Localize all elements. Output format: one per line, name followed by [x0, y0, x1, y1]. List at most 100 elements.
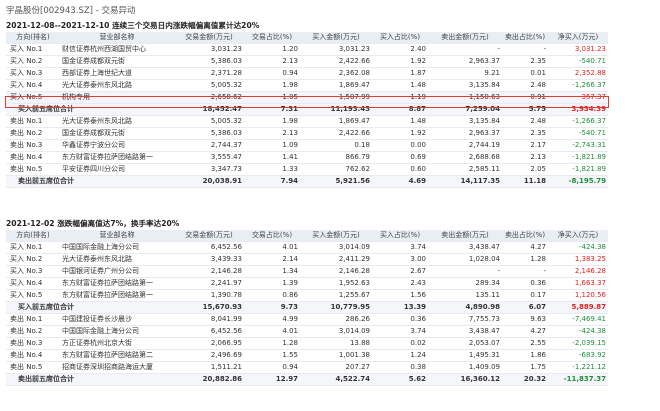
trade-ratio-cell: 2.13 — [244, 55, 300, 68]
col-header-sell-amount[interactable]: 卖出金额(万元) — [428, 32, 502, 44]
sell-amount-cell: 3,438.47 — [428, 325, 502, 338]
trade-amount-cell: 20,038.91 — [174, 175, 244, 188]
buy-ratio-cell: 5.62 — [372, 373, 428, 386]
table-row[interactable]: 买入 No.2 光大证券泰州东风北路 3,439.33 2.14 2,411.29 3.0… — [6, 253, 608, 266]
col-header-trade-amount[interactable]: 交易金额(万元) — [174, 230, 244, 242]
col-header-net-buy[interactable]: 净买入(万元) — [548, 32, 608, 44]
table-row[interactable]: 卖出 No.5 招商证券深圳招商路海运大厦 1,511.21 0.94 207.27 0.… — [6, 361, 608, 374]
sell-amount-cell: 3,135.84 — [428, 79, 502, 92]
table-row[interactable]: 买入前五席位合计 15,670.93 9.73 10,779.95 13.39 4,890… — [6, 301, 608, 314]
table-row[interactable]: 买入 No.4 光大证券泰州东风北路 5,005.32 1.98 1,869.47 1.4… — [6, 79, 608, 92]
col-header-direction[interactable]: 方向(排名) — [6, 32, 60, 44]
col-header-trade-ratio[interactable]: 交易占比(%) — [244, 230, 300, 242]
buy-amount-cell: 286.26 — [300, 313, 372, 326]
trade-ratio-cell: 2.13 — [244, 127, 300, 140]
buy-amount-cell: 1,869.47 — [300, 115, 372, 128]
buy-ratio-cell: 2.67 — [372, 265, 428, 278]
branch-name-cell[interactable]: 西部证券上海世纪大道 — [60, 67, 174, 80]
branch-name-cell[interactable]: 东方财富证券拉萨团结路第一 — [60, 289, 174, 302]
col-header-sell-ratio[interactable]: 卖出占比(%) — [502, 32, 548, 44]
table-row[interactable]: 买入 No.1 中国国际金融上海分公司 6,452.56 4.01 3,014.09 3.… — [6, 241, 608, 254]
branch-name-cell[interactable]: 光大证券泰州东风北路 — [60, 115, 174, 128]
table-row[interactable]: 卖出 No.2 国金证券成都双元街 5,386.03 2.13 2,422.66 1.92… — [6, 127, 608, 140]
branch-name-cell[interactable]: 华鑫证券宁波分公司 — [60, 139, 174, 152]
direction-cell: 卖出 No.3 — [6, 337, 60, 350]
branch-name-cell[interactable]: 方正证券杭州北京大街 — [60, 337, 174, 350]
col-header-sell-ratio[interactable]: 卖出占比(%) — [502, 230, 548, 242]
table-row[interactable]: 买入 No.3 西部证券上海世纪大道 2,371.28 0.94 2,362.08 1.8… — [6, 67, 608, 80]
buy-amount-cell: 762.62 — [300, 163, 372, 176]
direction-cell: 卖出 No.2 — [6, 325, 60, 338]
col-header-branch[interactable]: 营业部名称 — [60, 32, 174, 44]
table-row[interactable]: 买入 No.1 财信证券杭州西湖国贸中心 3,031.23 1.20 3,031.23 2… — [6, 43, 608, 56]
direction-cell: 买入 No.2 — [6, 55, 60, 68]
table-row[interactable]: 买入 No.3 中国银河证券广州分公司 2,146.28 1.34 2,146.28 2.… — [6, 265, 608, 278]
col-header-net-buy[interactable]: 净买入(万元) — [548, 230, 608, 242]
branch-name-cell[interactable]: 中国银河证券广州分公司 — [60, 265, 174, 278]
buy-ratio-cell: 1.48 — [372, 115, 428, 128]
buy-amount-cell: 13.88 — [300, 337, 372, 350]
table-row[interactable]: 买入 No.5 机构专用 2,658.62 1.05 1,507.99 1.19 1,150… — [6, 91, 608, 104]
buy-amount-cell: 3,014.09 — [300, 325, 372, 338]
branch-name-cell[interactable]: 国金证券成都双元街 — [60, 55, 174, 68]
branch-name-cell[interactable]: 中国国际金融上海分公司 — [60, 241, 174, 254]
table-row[interactable]: 卖出 No.1 中国建投证券长沙晨沙 8,041.99 4.99 286.26 0.36 7… — [6, 313, 608, 326]
branch-name-cell[interactable]: 东方财富证券拉萨团结路第一 — [60, 277, 174, 290]
buy-ratio-cell: 1.92 — [372, 127, 428, 140]
table-row[interactable]: 卖出 No.4 东方财富证券拉萨团结路第一 3,555.47 1.41 866.79 0.… — [6, 151, 608, 164]
direction-cell: 卖出 No.5 — [6, 163, 60, 176]
table-row[interactable]: 卖出 No.3 华鑫证券宁波分公司 2,744.37 1.09 0.18 0.00 2,74… — [6, 139, 608, 152]
table-row[interactable]: 买入 No.2 国金证券成都双元街 5,386.03 2.13 2,422.66 1.92… — [6, 55, 608, 68]
branch-name-cell[interactable]: 平安证券四川分公司 — [60, 163, 174, 176]
table-row[interactable]: 买入 No.5 东方财富证券拉萨团结路第一 1,390.78 0.86 1,255.67… — [6, 289, 608, 302]
sell-ratio-cell: - — [502, 43, 548, 56]
branch-name-cell[interactable]: 中国建投证券长沙晨沙 — [60, 313, 174, 326]
net-buy-cell: 1,120.56 — [548, 289, 608, 302]
trade-amount-cell: 5,005.32 — [174, 115, 244, 128]
table-row[interactable]: 卖出 No.2 中国国际金融上海分公司 6,452.56 4.01 3,014.09 3.… — [6, 325, 608, 338]
table-row[interactable]: 卖出 No.3 方正证券杭州北京大街 2,066.95 1.28 13.88 0.02 2,… — [6, 337, 608, 350]
trade-amount-cell: 2,658.62 — [174, 91, 244, 104]
trade-amount-cell: 2,241.97 — [174, 277, 244, 290]
table-row[interactable]: 卖出 No.5 平安证券四川分公司 3,347.73 1.33 762.62 0.60 2,… — [6, 163, 608, 176]
trade-amount-cell: 3,439.33 — [174, 253, 244, 266]
table-row[interactable]: 卖出 No.4 东方财富证券拉萨团结路第二 2,496.69 1.55 1,001.38… — [6, 349, 608, 362]
trade-ratio-cell: 2.14 — [244, 253, 300, 266]
branch-name-cell[interactable]: 财信证券杭州西湖国贸中心 — [60, 43, 174, 56]
direction-cell: 卖出前五席位合计 — [6, 175, 174, 188]
branch-name-cell[interactable]: 光大证券泰州东风北路 — [60, 253, 174, 266]
col-header-buy-amount[interactable]: 买入金额(万元) — [300, 230, 372, 242]
col-header-trade-amount[interactable]: 交易金额(万元) — [174, 32, 244, 44]
net-buy-cell: -7,469.41 — [548, 313, 608, 326]
buy-amount-cell: 11,193.43 — [300, 103, 372, 116]
branch-name-cell[interactable]: 中国国际金融上海分公司 — [60, 325, 174, 338]
col-header-buy-ratio[interactable]: 买入占比(%) — [372, 230, 428, 242]
col-header-trade-ratio[interactable]: 交易占比(%) — [244, 32, 300, 44]
table-row[interactable]: 买入前五席位合计 18,452.47 7.31 11,193.43 8.87 7,259.… — [6, 103, 608, 116]
net-buy-cell: -1,821.89 — [548, 163, 608, 176]
table-row[interactable]: 卖出前五席位合计 20,882.86 12.97 4,522.74 5.62 16,360… — [6, 373, 608, 386]
col-header-buy-ratio[interactable]: 买入占比(%) — [372, 32, 428, 44]
branch-name-cell[interactable]: 国金证券成都双元街 — [60, 127, 174, 140]
branch-name-cell[interactable]: 光大证券泰州东风北路 — [60, 79, 174, 92]
branch-name-cell[interactable]: 东方财富证券拉萨团结路第二 — [60, 349, 174, 362]
sell-ratio-cell: 2.13 — [502, 151, 548, 164]
net-buy-cell: -2,743.31 — [548, 139, 608, 152]
buy-ratio-cell: 2.43 — [372, 277, 428, 290]
table-row[interactable]: 卖出前五席位合计 20,038.91 7.94 5,921.56 4.69 14,117.… — [6, 175, 608, 188]
sell-amount-cell: 14,117.35 — [428, 175, 502, 188]
col-header-sell-amount[interactable]: 卖出金额(万元) — [428, 230, 502, 242]
col-header-direction[interactable]: 方向(排名) — [6, 230, 60, 242]
col-header-buy-amount[interactable]: 买入金额(万元) — [300, 32, 372, 44]
buy-amount-cell: 1,001.38 — [300, 349, 372, 362]
sell-ratio-cell: 4.27 — [502, 241, 548, 254]
sell-ratio-cell: 0.01 — [502, 67, 548, 80]
table-row[interactable]: 买入 No.4 东方财富证券拉萨团结路第一 2,241.97 1.39 1,952.63… — [6, 277, 608, 290]
branch-name-cell[interactable]: 机构专用 — [60, 91, 174, 104]
branch-name-cell[interactable]: 东方财富证券拉萨团结路第一 — [60, 151, 174, 164]
trade-amount-cell: 1,511.21 — [174, 361, 244, 374]
branch-name-cell[interactable]: 招商证券深圳招商路海运大厦 — [60, 361, 174, 374]
table-row[interactable]: 卖出 No.1 光大证券泰州东风北路 5,005.32 1.98 1,869.47 1.4… — [6, 115, 608, 128]
col-header-branch[interactable]: 营业部名称 — [60, 230, 174, 242]
sell-ratio-cell: 2.48 — [502, 115, 548, 128]
